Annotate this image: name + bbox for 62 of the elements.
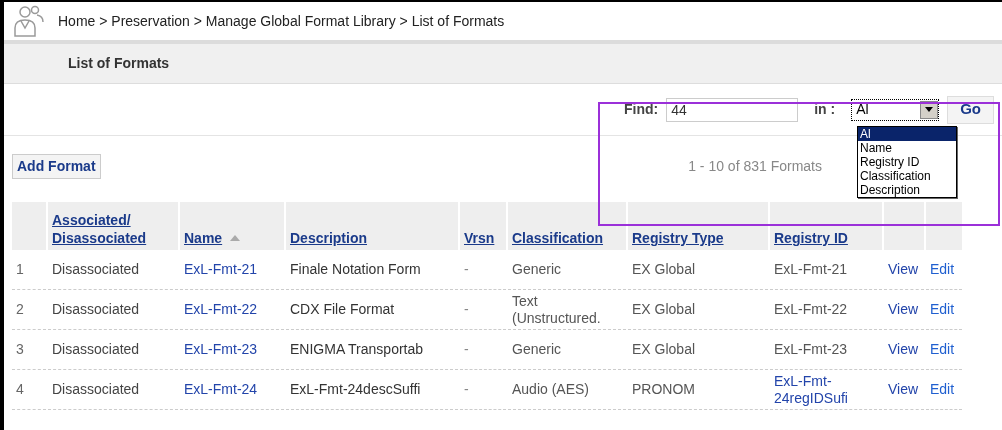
column-header[interactable]: Vrsn [460,202,506,250]
breadcrumb: Home > Preservation > Manage Global Format Library > List of Formats [58,11,505,31]
registry-id-link[interactable]: ExL-Fmt-24regIDSufi [774,372,878,407]
edit-link[interactable]: Edit [930,261,955,278]
description-cell: CDX File Format [290,301,395,318]
edit-link[interactable]: Edit [930,381,955,398]
version-cell: - [464,301,469,318]
format-name-link[interactable]: ExL-Fmt-22 [184,301,258,318]
version-cell: - [464,261,469,278]
in-label: in : [814,100,836,119]
column-header[interactable]: Registry ID [770,202,882,250]
version-cell: - [464,381,469,398]
description-cell: Finale Notation Form [290,261,421,278]
version-cell: - [464,341,469,358]
result-count: 1 - 10 of 831 Formats [688,156,822,176]
view-link[interactable]: View [888,301,919,318]
status-cell: Disassociated [52,341,140,358]
registry-id-cell: ExL-Fmt-22 [774,301,848,318]
go-button[interactable]: Go [947,95,994,124]
status-cell: Disassociated [52,301,140,318]
classification-cell: Generic [512,341,562,358]
classification-cell-text: Text (Unstructured. [512,292,602,327]
classification-cell: Audio (AES) [512,381,590,398]
format-name-link[interactable]: ExL-Fmt-23 [184,341,258,358]
column-header[interactable]: Classification [508,202,626,250]
find-label: Find: [623,100,659,119]
edit-link[interactable]: Edit [930,341,955,358]
row-number: 1 [16,261,24,278]
dropdown-option[interactable]: Classification [858,169,956,183]
column-header[interactable]: Description [286,202,458,250]
row-number: 3 [16,341,24,358]
dropdown-option[interactable]: Registry ID [858,155,956,169]
registry-id-cell: ExL-Fmt-21 [774,261,848,278]
dropdown-option[interactable]: Description [858,183,956,197]
view-link[interactable]: View [888,341,919,358]
edit-link[interactable]: Edit [930,301,955,318]
format-name-link[interactable]: ExL-Fmt-21 [184,261,258,278]
column-header[interactable]: Registry Type [628,202,768,250]
dropdown-option[interactable]: Name [858,141,956,155]
registry-type-cell: PRONOM [632,381,695,398]
page-title: List of Formats [68,54,170,73]
people-icon [12,4,46,38]
registry-id-cell: ExL-Fmt-23 [774,341,848,358]
status-cell: Disassociated [52,381,140,398]
dropdown-option[interactable]: Al [858,127,956,141]
registry-type-cell: EX Global [632,261,696,278]
row-number: 2 [16,301,24,318]
registry-type-cell: EX Global [632,301,696,318]
format-name-link[interactable]: ExL-Fmt-24 [184,381,258,398]
view-link[interactable]: View [888,381,919,398]
description-cell: ENIGMA Transportab [290,341,424,358]
status-cell: Disassociated [52,261,140,278]
classification-cell: Generic [512,261,562,278]
column-header[interactable]: Name [180,202,284,250]
registry-type-cell: EX Global [632,341,696,358]
find-field[interactable]: 44 [666,97,799,122]
column-header[interactable]: Associated/ Disassociated [48,202,178,250]
scope-select[interactable]: Al [851,98,940,121]
description-cell: ExL-Fmt-24descSuffi [290,381,421,398]
row-number: 4 [16,381,24,398]
add-format-button[interactable]: Add Format [12,153,101,179]
view-link[interactable]: View [888,261,919,278]
